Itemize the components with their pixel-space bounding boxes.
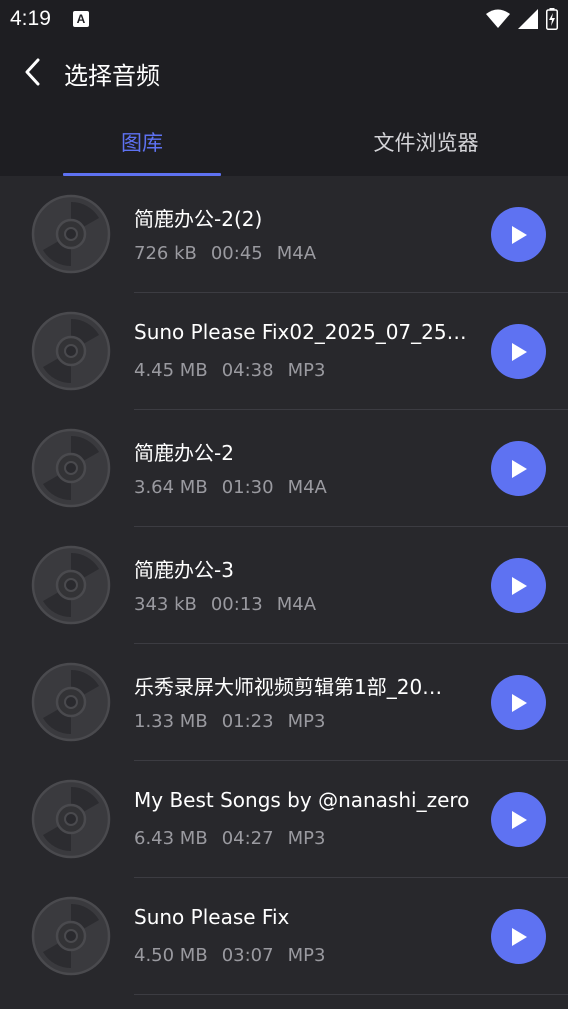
audio-disc-icon (31, 896, 111, 976)
audio-meta: 3.64 MB 01:30 M4A (134, 477, 341, 498)
audio-title: Suno Please Fix02_2025_07_25_… (134, 320, 474, 344)
notification-app-icon: A (73, 11, 89, 27)
battery-charging-icon (546, 8, 558, 30)
audio-meta: 6.43 MB 04:27 MP3 (134, 828, 339, 849)
play-button[interactable] (491, 675, 546, 730)
audio-title: 简鹿办公-3 (134, 558, 234, 582)
audio-list-item[interactable]: 简鹿办公-2 3.64 MB 01:30 M4A (0, 410, 568, 527)
audio-size: 4.45 MB (134, 360, 208, 381)
audio-meta: 1.33 MB 01:23 MP3 (134, 711, 339, 732)
play-button[interactable] (491, 324, 546, 379)
page-title: 选择音频 (64, 62, 160, 90)
audio-format: MP3 (287, 360, 326, 381)
chevron-left-icon (25, 58, 40, 86)
audio-disc-icon (31, 779, 111, 859)
play-icon (511, 810, 527, 829)
row-divider (134, 994, 568, 995)
tab-gallery[interactable]: 图库 (0, 108, 284, 176)
audio-title: 简鹿办公-2 (134, 441, 234, 465)
audio-duration: 00:45 (210, 243, 263, 264)
audio-duration: 00:13 (210, 594, 263, 615)
audio-format: MP3 (287, 828, 326, 849)
audio-list-item[interactable]: 简鹿办公-3 343 kB 00:13 M4A (0, 527, 568, 644)
audio-list-item[interactable]: Suno Please Fix 4.50 MB 03:07 MP3 (0, 878, 568, 995)
audio-duration: 01:23 (221, 711, 274, 732)
audio-size: 4.50 MB (134, 945, 208, 966)
audio-title: 简鹿办公-2(2) (134, 207, 263, 231)
audio-disc-icon (31, 311, 111, 391)
play-button[interactable] (491, 207, 546, 262)
play-icon (511, 342, 527, 361)
play-icon (511, 459, 527, 478)
audio-format: MP3 (287, 945, 326, 966)
audio-duration: 04:38 (221, 360, 274, 381)
play-icon (511, 576, 527, 595)
audio-size: 1.33 MB (134, 711, 208, 732)
audio-disc-icon (31, 662, 111, 742)
audio-meta: 343 kB 00:13 M4A (134, 594, 330, 615)
audio-duration: 03:07 (221, 945, 274, 966)
audio-meta: 4.50 MB 03:07 MP3 (134, 945, 339, 966)
audio-list-item[interactable]: Suno Please Fix02_2025_07_25_… 4.45 MB 04… (0, 293, 568, 410)
audio-title: Suno Please Fix (134, 905, 290, 929)
audio-format: M4A (276, 243, 317, 264)
tab-file-browser[interactable]: 文件浏览器 (284, 108, 568, 176)
audio-duration: 04:27 (221, 828, 274, 849)
audio-title: 乐秀录屏大师视频剪辑第1部_20… (134, 675, 443, 699)
audio-size: 726 kB (134, 243, 197, 264)
audio-file-list: 简鹿办公-2(2) 726 kB 00:45 M4A Suno Please Fix… (0, 176, 568, 1009)
audio-list-item[interactable]: My Best Songs by @nanashi_zero 6.43 MB 04… (0, 761, 568, 878)
play-button[interactable] (491, 558, 546, 613)
audio-list-item[interactable]: 乐秀录屏大师视频剪辑第1部_20… 1.33 MB 01:23 MP3 (0, 644, 568, 761)
tab-bar: 图库 文件浏览器 (0, 108, 568, 176)
wifi-icon (486, 9, 510, 28)
play-button[interactable] (491, 792, 546, 847)
audio-size: 3.64 MB (134, 477, 208, 498)
audio-format: MP3 (287, 711, 326, 732)
audio-title: My Best Songs by @nanashi_zero (134, 788, 470, 812)
play-button[interactable] (491, 441, 546, 496)
play-icon (511, 927, 527, 946)
play-icon (511, 225, 527, 244)
play-icon (511, 693, 527, 712)
audio-disc-icon (31, 428, 111, 508)
status-bar: 4:19 A (0, 0, 568, 38)
audio-format: M4A (276, 594, 317, 615)
back-button[interactable] (12, 52, 52, 92)
play-button[interactable] (491, 909, 546, 964)
audio-duration: 01:30 (221, 477, 274, 498)
audio-meta: 726 kB 00:45 M4A (134, 243, 330, 264)
signal-icon (518, 9, 538, 29)
audio-meta: 4.45 MB 04:38 MP3 (134, 360, 339, 381)
audio-format: M4A (287, 477, 327, 498)
status-icons (486, 8, 558, 30)
audio-disc-icon (31, 194, 111, 274)
audio-size: 6.43 MB (134, 828, 208, 849)
audio-list-item[interactable]: 简鹿办公-2(2) 726 kB 00:45 M4A (0, 176, 568, 293)
status-time: 4:19 (10, 7, 51, 30)
app-bar: 选择音频 (0, 38, 568, 108)
audio-disc-icon (31, 545, 111, 625)
audio-size: 343 kB (134, 594, 197, 615)
